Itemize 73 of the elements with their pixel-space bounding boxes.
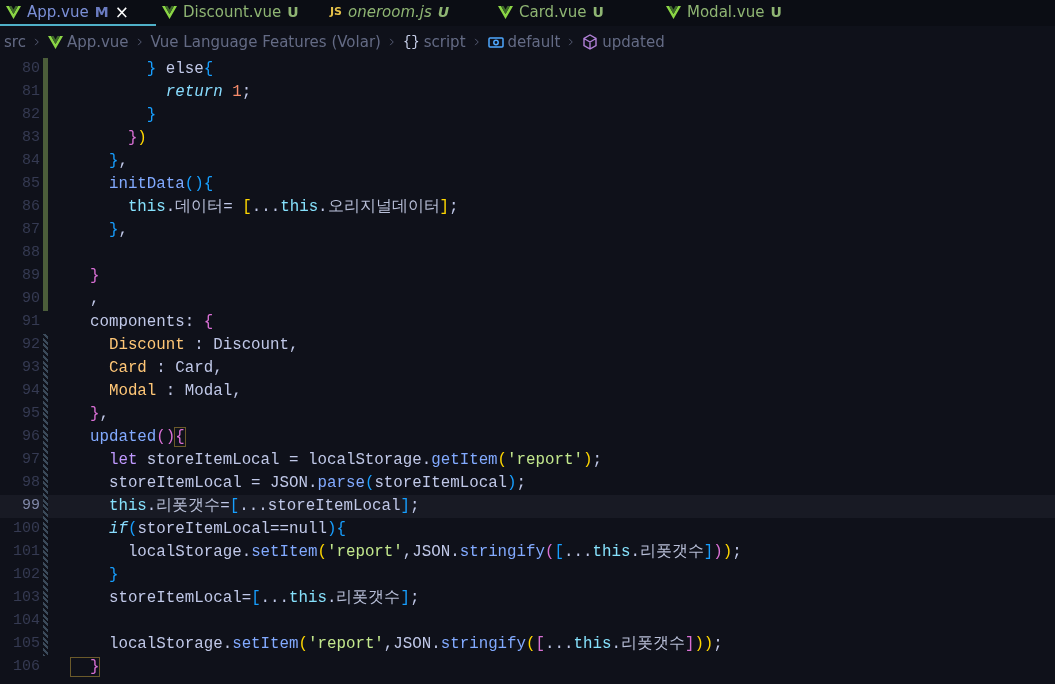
code-line: }, — [88, 403, 109, 425]
code-line: }) — [126, 127, 147, 149]
code-line: components: { — [88, 311, 214, 333]
breadcrumb-item[interactable]: default — [487, 30, 561, 54]
code-line: storeItemLocal=[...this.리폿갯수]; — [107, 587, 420, 609]
line-number: 87 — [21, 220, 40, 241]
line-number: 102 — [12, 565, 40, 586]
line-number: 105 — [12, 634, 40, 655]
js-file-icon: JS — [330, 3, 342, 21]
editor-tab[interactable]: Modal.vue U — [660, 0, 828, 26]
code-line: localStorage.setItem('report',JSON.stringify([...this.리폿갯수])); — [126, 541, 742, 563]
code-line: Discount : Discount, — [107, 334, 299, 356]
line-number: 93 — [21, 358, 40, 379]
braces-icon: {} — [402, 31, 420, 53]
code-line: , — [88, 288, 100, 310]
code-line: let storeItemLocal = localStorage.getItem('report'); — [107, 449, 602, 471]
code-line: Modal : Modal, — [107, 380, 242, 402]
code-line: if(storeItemLocal==null){ — [107, 518, 346, 540]
editor-tab[interactable]: App.vue M × — [0, 0, 156, 26]
line-number: 88 — [21, 243, 40, 264]
vue-file-icon — [498, 5, 513, 19]
code-line: }, — [107, 219, 128, 241]
line-number: 82 — [21, 105, 40, 126]
line-number: 90 — [21, 289, 40, 310]
cube-icon — [582, 34, 599, 50]
close-icon[interactable]: × — [114, 3, 129, 21]
code-line: } else{ — [145, 58, 214, 80]
breadcrumb-item[interactable]: {} script — [402, 30, 466, 54]
code-line: storeItemLocal = JSON.parse(storeItemLocal); — [107, 472, 527, 494]
code-line: updated(){ — [88, 426, 185, 448]
line-number: 84 — [21, 151, 40, 172]
line-number: 106 — [12, 657, 40, 678]
line-number: 92 — [21, 335, 40, 356]
vue-file-icon — [6, 5, 21, 19]
line-number: 100 — [12, 519, 40, 540]
line-number: 99 — [21, 496, 40, 517]
line-number: 104 — [12, 611, 40, 632]
vue-file-icon — [666, 5, 681, 19]
line-number: 97 — [21, 450, 40, 471]
line-number: 98 — [21, 473, 40, 494]
breadcrumb-item[interactable]: Vue Language Features (Volar) — [150, 30, 381, 54]
line-number: 95 — [21, 404, 40, 425]
code-line: } — [145, 104, 157, 126]
code-line: }, — [107, 150, 128, 172]
editor-tab[interactable]: JS oneroom.js U — [324, 0, 492, 26]
editor-tab[interactable]: Discount.vue U — [156, 0, 324, 26]
code-line: } — [107, 564, 119, 586]
line-number: 80 — [21, 59, 40, 80]
line-number: 85 — [21, 174, 40, 195]
module-icon — [487, 34, 504, 50]
code-line: localStorage.setItem('report',JSON.stringify([...this.리폿갯수])); — [107, 633, 723, 655]
line-number: 96 — [21, 427, 40, 448]
line-number: 91 — [21, 312, 40, 333]
code-line: this.리폿갯수=[...storeItemLocal]; — [107, 495, 420, 517]
code-line: return 1; — [164, 81, 252, 103]
code-line: this.데이터= [...this.오리지널데이터]; — [126, 196, 459, 218]
vue-file-icon — [47, 35, 63, 49]
line-number: 94 — [21, 381, 40, 402]
vue-file-icon — [162, 5, 177, 19]
line-number: 83 — [21, 128, 40, 149]
line-number: 101 — [12, 542, 40, 563]
code-line: Card : Card, — [107, 357, 223, 379]
line-number: 89 — [21, 266, 40, 287]
editor-tab[interactable]: Card.vue U — [492, 0, 660, 26]
breadcrumb-item[interactable]: src — [4, 30, 26, 54]
breadcrumb-item[interactable]: App.vue — [47, 30, 129, 54]
code-line: initData(){ — [107, 173, 214, 195]
breadcrumb-item[interactable]: updated — [582, 30, 665, 54]
code-line: } — [88, 265, 100, 287]
code-line: } — [71, 655, 100, 680]
line-number: 81 — [21, 82, 40, 103]
line-number: 86 — [21, 197, 40, 218]
line-number: 103 — [12, 588, 40, 609]
